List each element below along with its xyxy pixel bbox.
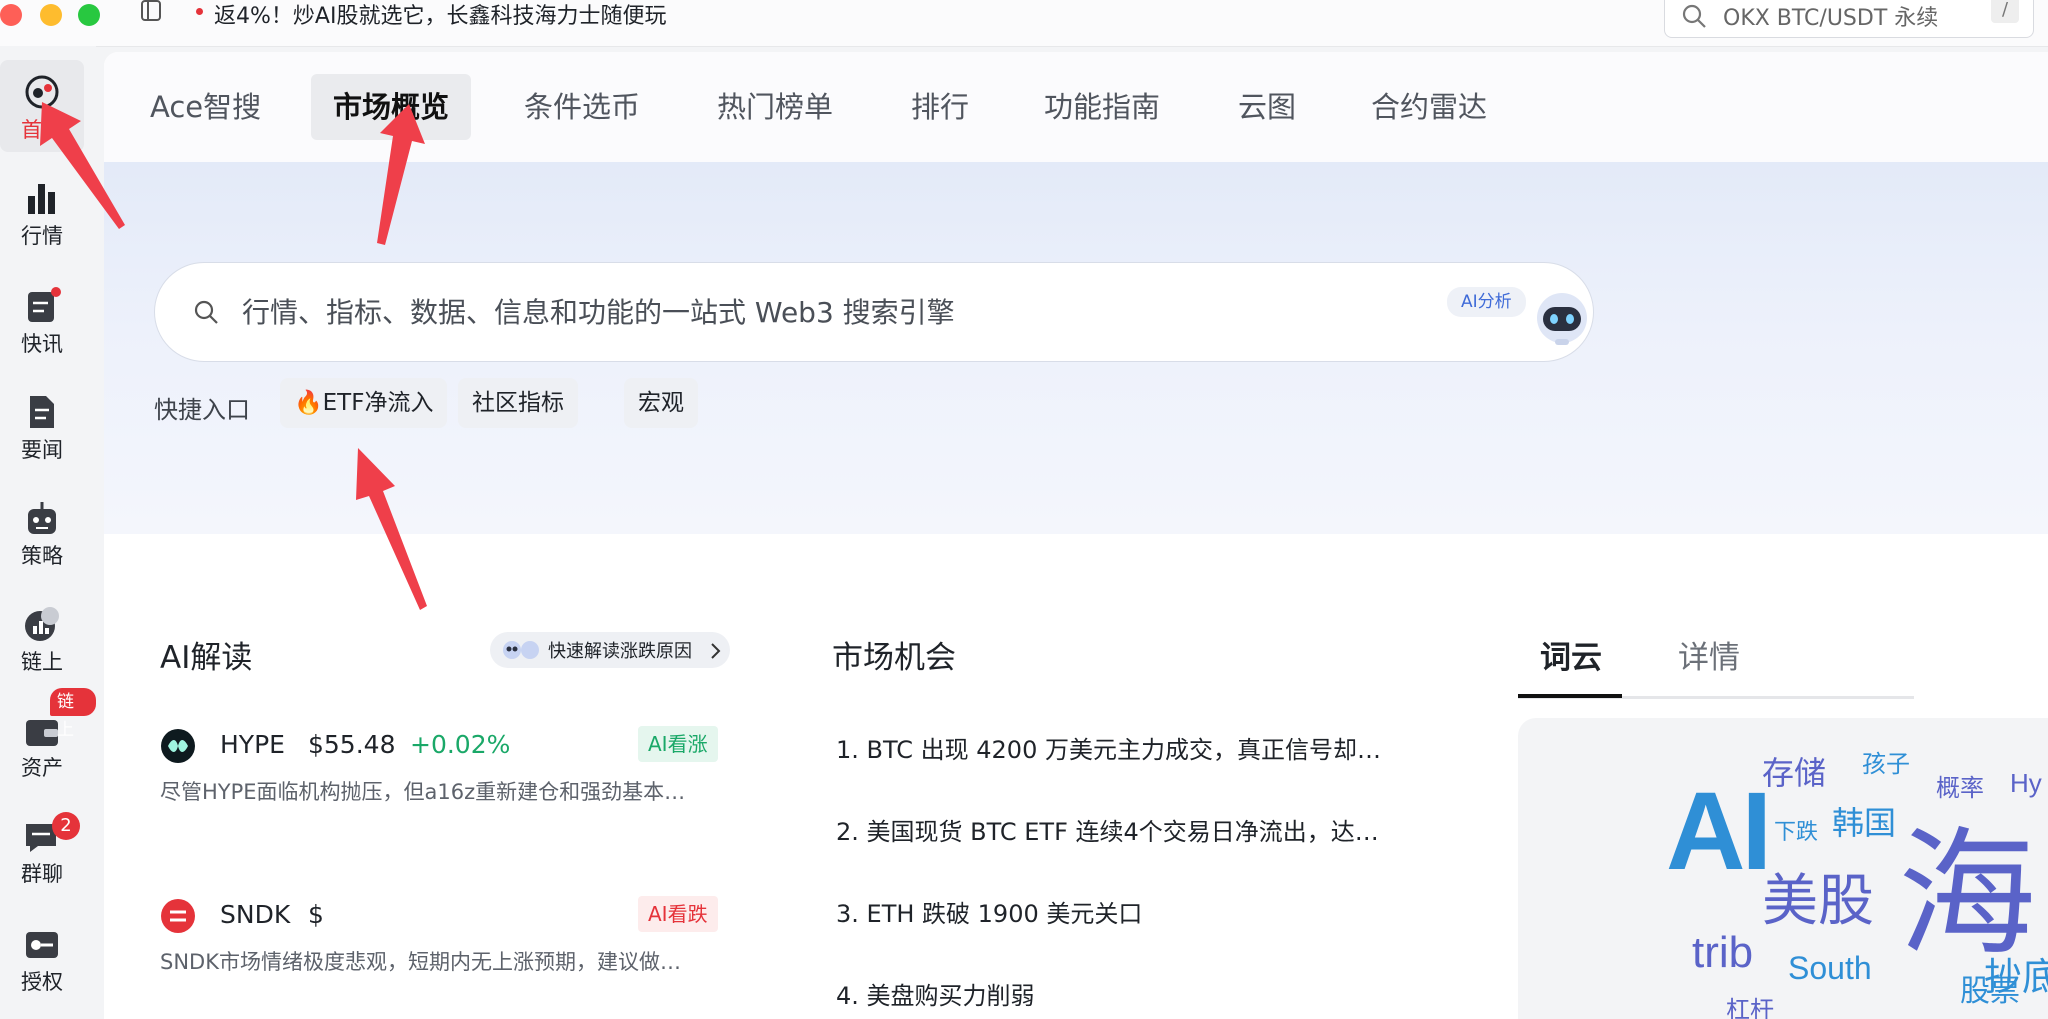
search-hero-section: 行情、指标、数据、信息和功能的一站式 Web3 搜索引擎 AI分析 快捷入口 🔥… (104, 162, 2048, 534)
onchain-badge: 链上 (50, 688, 96, 740)
tab-hot-lists[interactable]: 热门榜单 (695, 74, 855, 140)
sidebar-item-label: 行情 (21, 224, 63, 248)
maximize-window-button[interactable] (78, 4, 100, 26)
sidebar-item-authorize[interactable]: 授权 (0, 926, 84, 996)
coin-symbol: SNDK (220, 900, 291, 929)
ai-read-title: AI解读 (160, 640, 253, 676)
fast-read-label: 快速解读涨跌原因 (548, 641, 692, 662)
sidebar-item-strategy[interactable]: 策略 (0, 500, 84, 570)
global-search-placeholder: OKX BTC/USDT 永续 (1723, 6, 1939, 31)
sidebar-item-label: 资产 (21, 756, 63, 780)
sndk-coin-icon (161, 899, 195, 933)
chip-etf-netflow[interactable]: 🔥ETF净流入 (280, 378, 448, 428)
coin-price: $55.48 (308, 730, 396, 759)
sidebar-item-headlines[interactable]: 要闻 (0, 394, 84, 464)
tab-contract-radar[interactable]: 合约雷达 (1349, 74, 1509, 140)
market-news-item[interactable]: 1. BTC 出现 4200 万美元主力成交，真正信号却… (836, 730, 1381, 765)
market-news-item[interactable]: 4. 美盘购买力削弱 (836, 976, 1035, 1011)
sidebar-toggle-icon[interactable] (140, 0, 162, 22)
minimize-window-button[interactable] (40, 4, 62, 26)
close-window-button[interactable] (0, 4, 22, 26)
home-logo-icon (25, 75, 59, 109)
sidebar-item-label: 授权 (21, 970, 63, 994)
content-section: AI解读 快速解读涨跌原因 HYPE $55.48 +0.02% AI看涨 尽管… (104, 534, 2048, 1019)
bar-chart-icon (28, 184, 55, 214)
market-news-item[interactable]: 2. 美国现货 BTC ETF 连续4个交易日净流出，达… (836, 812, 1379, 847)
sidebar-item-onchain[interactable]: 链上 (0, 606, 84, 676)
coin-price: $ (308, 900, 324, 929)
robot-mascot-icon (503, 641, 539, 659)
sidebar-item-label: 群聊 (21, 862, 63, 886)
sidebar-item-label: 要闻 (21, 438, 63, 462)
shortcut-key-hint: / (1991, 0, 2019, 23)
ai-read-item-sndk[interactable]: SNDK $ AI看跌 SNDK市场情绪极度悲观，短期内无上涨预期，建议做… (160, 890, 730, 1000)
ai-read-item-hype[interactable]: HYPE $55.48 +0.02% AI看涨 尽管HYPE面临机构抛压，但a1… (160, 720, 730, 830)
tab-cloud-map[interactable]: 云图 (1216, 74, 1318, 140)
tab-market-overview[interactable]: 市场概览 (311, 74, 472, 140)
flash-news-icon (28, 287, 61, 322)
ai-bearish-tag: AI看跌 (638, 896, 718, 932)
tab-feature-guide[interactable]: 功能指南 (1022, 74, 1182, 140)
left-sidebar: 首页 行情 快讯 要闻 策略 链上 资产 链上 群聊 2 授权 (0, 46, 96, 1019)
main-search-box[interactable]: 行情、指标、数据、信息和功能的一站式 Web3 搜索引擎 AI分析 (154, 262, 1594, 362)
unread-count-badge: 2 (52, 812, 80, 840)
word-cloud-term[interactable]: AI (1666, 768, 1772, 895)
quick-entry-label: 快捷入口 (154, 396, 250, 424)
chevron-right-icon (711, 643, 721, 659)
sidebar-item-label: 首页 (21, 118, 63, 142)
robot-icon (28, 502, 56, 534)
document-icon (30, 396, 54, 428)
word-cloud-term[interactable]: 存储 (1762, 748, 1826, 794)
coin-summary: SNDK市场情绪极度悲观，短期内无上涨预期，建议做… (160, 950, 681, 974)
ai-robot-mascot-icon[interactable] (1531, 285, 1593, 347)
word-cloud-term[interactable]: 美股 (1762, 856, 1874, 937)
search-icon (1682, 4, 1706, 28)
tab-ranking[interactable]: 排行 (889, 74, 991, 140)
word-cloud-term[interactable]: South (1788, 950, 1872, 987)
hype-coin-icon (161, 729, 195, 763)
word-cloud-panel: 存储 孩子 概率 Hy 下跌 韩国 AI 海 美股 trib South 抄底 … (1518, 718, 2048, 1019)
market-news-item[interactable]: 3. ETH 跌破 1900 美元关口 (836, 894, 1142, 929)
coin-symbol: HYPE (220, 730, 285, 759)
chain-chart-icon (25, 607, 59, 641)
sidebar-item-flash[interactable]: 快讯 (0, 286, 84, 358)
word-cloud-term[interactable]: 股票 (1960, 966, 2020, 1010)
coin-summary: 尽管HYPE面临机构抛压，但a16z重新建仓和强劲基本… (160, 780, 686, 804)
tab-details[interactable]: 详情 (1678, 632, 1740, 677)
cloud-tab-active-indicator (1518, 694, 1622, 698)
market-opportunity-title: 市场机会 (832, 640, 956, 676)
sidebar-item-label: 策略 (21, 544, 63, 568)
key-icon (26, 932, 58, 958)
sidebar-item-label: 链上 (21, 650, 63, 674)
search-input[interactable]: 行情、指标、数据、信息和功能的一站式 Web3 搜索引擎 (242, 291, 955, 331)
promo-dot-icon (196, 8, 203, 15)
ai-analysis-badge[interactable]: AI分析 (1447, 287, 1526, 317)
sidebar-item-label: 快讯 (21, 332, 63, 356)
tab-ace-search[interactable]: Ace智搜 (128, 74, 283, 140)
main-panel: Ace智搜 市场概览 条件选币 热门榜单 排行 功能指南 云图 合约雷达 行情、… (104, 52, 2048, 1019)
tab-word-cloud[interactable]: 词云 (1540, 632, 1602, 677)
word-cloud-term[interactable]: 下跌 (1774, 814, 1818, 846)
word-cloud-term[interactable]: 韩国 (1832, 798, 1896, 844)
sidebar-item-market[interactable]: 行情 (0, 180, 84, 250)
fast-read-button[interactable]: 快速解读涨跌原因 (490, 632, 730, 668)
word-cloud-term[interactable]: 杠杆 (1726, 990, 1774, 1019)
word-cloud-term[interactable]: 孩子 (1862, 744, 1910, 779)
sidebar-item-home[interactable]: 首页 (0, 74, 84, 144)
search-icon (194, 300, 218, 324)
tab-coin-screener[interactable]: 条件选币 (502, 74, 662, 140)
chip-macro[interactable]: 宏观 (624, 378, 698, 428)
word-cloud-term[interactable]: trib (1692, 928, 1753, 978)
promo-banner-text[interactable]: 返4%！炒AI股就选它，长鑫科技海力士随便玩 (214, 0, 666, 30)
top-tab-bar: Ace智搜 市场概览 条件选币 热门榜单 排行 功能指南 云图 合约雷达 (104, 52, 2048, 162)
global-search-box[interactable]: OKX BTC/USDT 永续 / (1664, 0, 2034, 38)
wallet-icon (26, 720, 58, 746)
chip-community-indicators[interactable]: 社区指标 (458, 378, 578, 428)
coin-change: +0.02% (410, 730, 511, 759)
window-titlebar: 返4%！炒AI股就选它，长鑫科技海力士随便玩 OKX BTC/USDT 永续 / (0, 0, 2048, 47)
ai-bullish-tag: AI看涨 (638, 726, 718, 762)
